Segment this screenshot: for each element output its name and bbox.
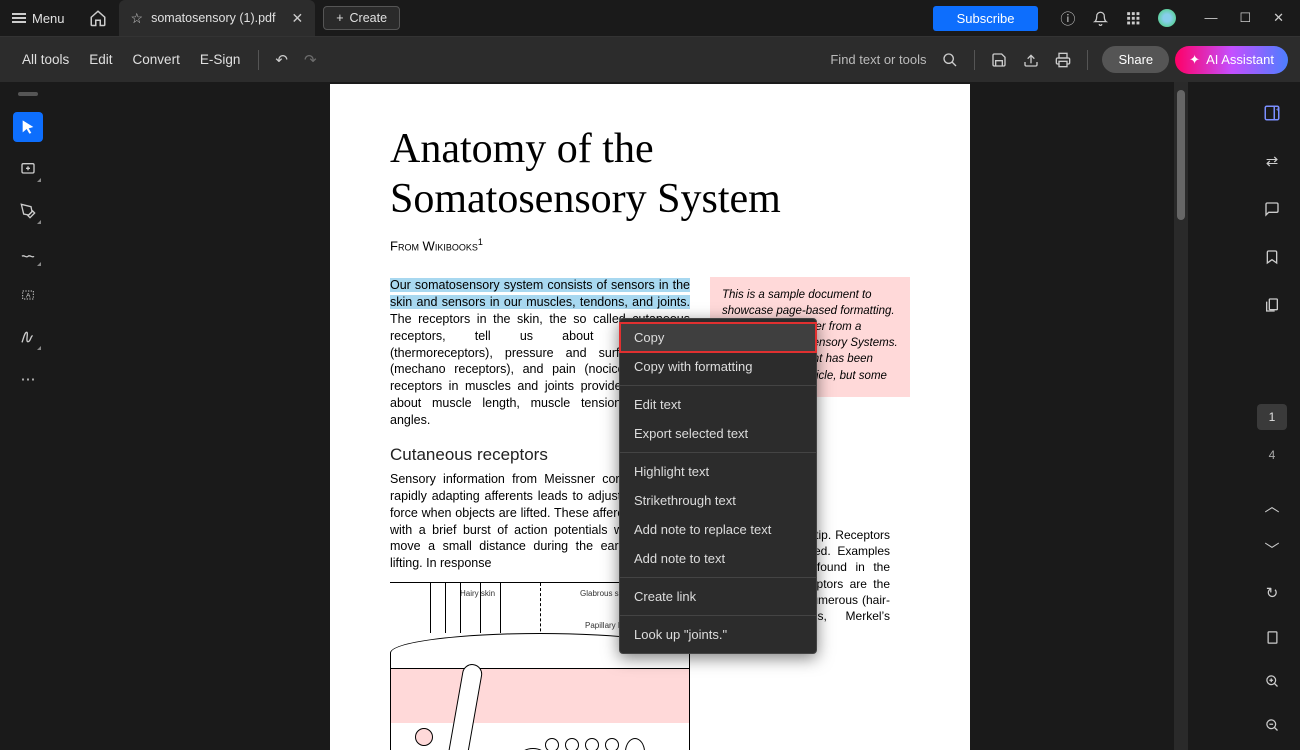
esign-button[interactable]: E-Sign [190,46,251,73]
highlight-tool[interactable] [13,196,43,226]
home-icon [89,9,107,27]
cm-separator [620,452,816,453]
left-toolbar: A ⋯ [0,82,56,750]
cm-create-link[interactable]: Create link [620,582,816,611]
svg-text:A: A [26,293,31,300]
ai-label: AI Assistant [1206,52,1274,67]
context-menu: Copy Copy with formatting Edit text Expo… [619,318,817,654]
all-tools-button[interactable]: All tools [12,46,79,73]
close-button[interactable]: ✕ [1273,10,1284,26]
minimize-button[interactable]: ― [1204,10,1217,26]
tab-close-button[interactable]: ✕ [291,10,303,27]
help-icon[interactable]: ⓘ [1060,8,1075,29]
cm-edit-text[interactable]: Edit text [620,390,816,419]
tab-title: somatosensory (1).pdf [151,11,275,25]
vertical-scrollbar[interactable] [1174,82,1188,750]
cm-strikethrough[interactable]: Strikethrough text [620,486,816,515]
divider [258,50,259,70]
cm-separator [620,577,816,578]
document-title: Anatomy of the Somatosensory System [390,124,910,225]
more-tools[interactable]: ⋯ [13,364,43,394]
draw-tool[interactable] [13,238,43,268]
selected-text[interactable]: Our somatosensory system consists of sen… [390,278,690,309]
home-button[interactable] [77,9,119,27]
cm-copy-formatting[interactable]: Copy with formatting [620,352,816,381]
sparkle-icon: ✦ [1189,52,1200,68]
avatar[interactable] [1158,9,1176,27]
rotate-button[interactable]: ↻ [1257,578,1287,608]
document-subtitle: From Wikibooks1 [390,237,910,253]
drag-handle[interactable] [18,92,38,96]
redo-button[interactable]: ↷ [296,45,325,75]
title-icons: ⓘ [1048,8,1188,29]
fit-page-button[interactable] [1257,622,1287,652]
menu-label: Menu [32,11,65,26]
hamburger-icon [12,11,26,26]
cm-copy[interactable]: Copy [620,323,816,352]
bookmark-panel-icon[interactable] [1257,242,1287,272]
cm-add-note-replace[interactable]: Add note to replace text [620,515,816,544]
select-tool[interactable] [13,112,43,142]
swap-icon[interactable]: ⇄ [1257,146,1287,176]
ai-assistant-button[interactable]: ✦ AI Assistant [1175,46,1288,74]
maximize-button[interactable]: ☐ [1239,10,1251,26]
find-label[interactable]: Find text or tools [830,52,926,67]
panel-toggle-button[interactable]: + [1257,98,1287,128]
fig-label: Hairy skin [460,589,495,598]
cm-lookup[interactable]: Look up "joints." [620,620,816,649]
comment-tool[interactable] [13,154,43,184]
cm-highlight[interactable]: Highlight text [620,457,816,486]
current-page-input[interactable]: 1 [1257,404,1287,430]
print-icon[interactable] [1047,46,1079,74]
subtitle-text: From Wikibooks [390,238,478,253]
cm-separator [620,385,816,386]
cm-export-selected[interactable]: Export selected text [620,419,816,448]
cm-add-note[interactable]: Add note to text [620,544,816,573]
sign-tool[interactable] [13,322,43,352]
page-up-button[interactable]: ︿ [1257,490,1287,520]
share-button[interactable]: Share [1102,46,1169,73]
upload-icon[interactable] [1015,46,1047,74]
plus-icon: + [336,11,343,25]
right-toolbar: + ⇄ 1 4 ︿ ﹀ ↻ [1244,82,1300,750]
create-label: Create [350,11,388,25]
divider [974,50,975,70]
subscribe-button[interactable]: Subscribe [933,6,1039,31]
apps-icon[interactable] [1126,11,1140,25]
window-controls: ― ☐ ✕ [1188,10,1300,26]
zoom-in-button[interactable] [1257,666,1287,696]
search-icon[interactable] [934,46,966,74]
toolbar: All tools Edit Convert E-Sign ↶ ↷ Find t… [0,36,1300,82]
edit-button[interactable]: Edit [79,46,122,73]
zoom-out-button[interactable] [1257,710,1287,740]
pages-panel-icon[interactable] [1257,290,1287,320]
convert-button[interactable]: Convert [123,46,190,73]
titlebar: Menu ☆ somatosensory (1).pdf ✕ + Create … [0,0,1300,36]
divider [1087,50,1088,70]
bell-icon[interactable] [1093,11,1108,26]
save-icon[interactable] [983,46,1015,74]
cm-separator [620,615,816,616]
subtitle-sup: 1 [478,237,483,247]
star-icon[interactable]: ☆ [131,10,144,27]
scrollbar-thumb[interactable] [1177,90,1185,220]
undo-button[interactable]: ↶ [267,45,296,75]
svg-text:+: + [1276,108,1280,114]
page-down-button[interactable]: ﹀ [1257,534,1287,564]
create-button[interactable]: + Create [323,6,400,30]
total-pages: 4 [1269,448,1276,462]
document-tab[interactable]: ☆ somatosensory (1).pdf ✕ [119,0,316,36]
text-box-tool[interactable]: A [13,280,43,310]
comments-panel-icon[interactable] [1257,194,1287,224]
menu-button[interactable]: Menu [0,0,77,36]
